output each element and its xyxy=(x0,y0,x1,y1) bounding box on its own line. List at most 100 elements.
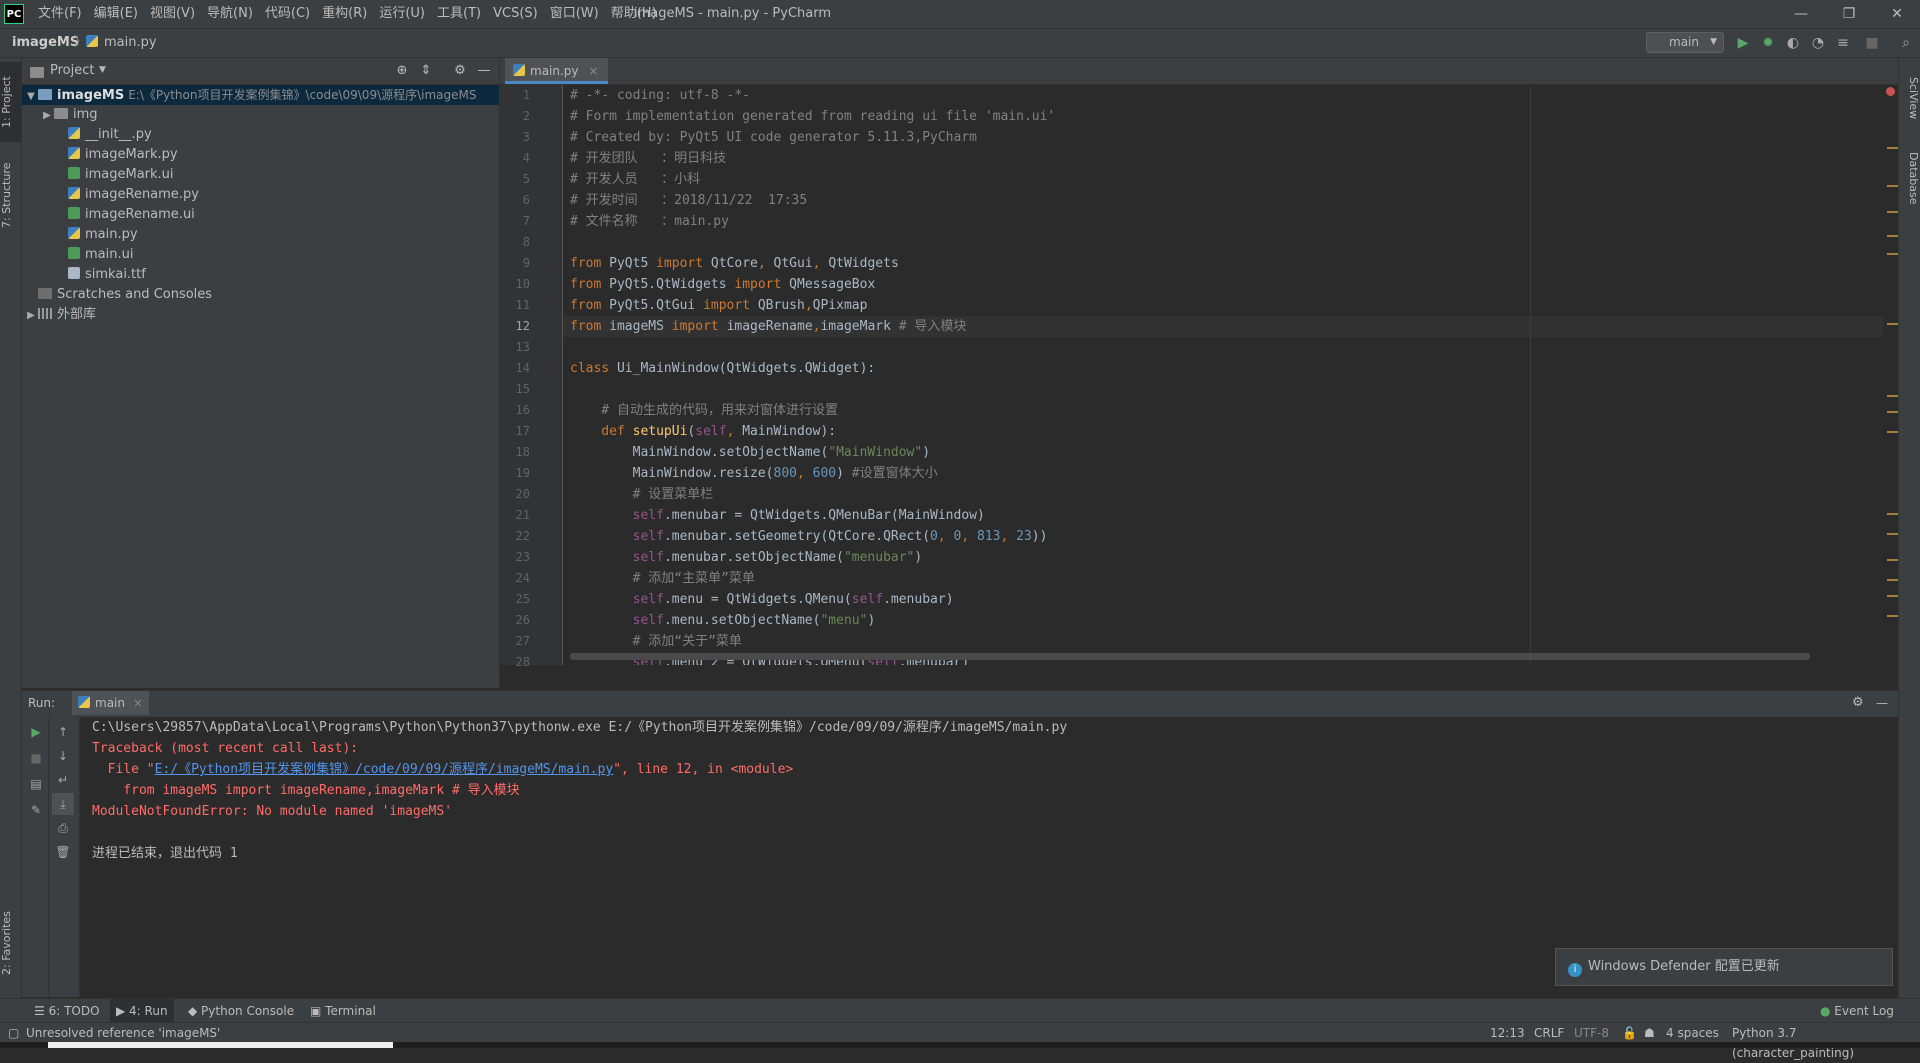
code-line[interactable]: def setupUi(self, MainWindow): xyxy=(570,421,836,442)
tab-sciview[interactable]: SciView xyxy=(1899,68,1920,128)
tab-structure[interactable]: 7: Structure xyxy=(0,150,21,240)
tab-run[interactable]: ▶ 4: Run xyxy=(110,999,174,1023)
locate-icon[interactable]: ⊕ xyxy=(392,61,412,81)
search-icon[interactable]: ⌕ xyxy=(1896,33,1916,53)
menu-code[interactable]: 代码(C) xyxy=(259,0,316,28)
tab-terminal[interactable]: ▣ Terminal xyxy=(310,999,376,1023)
close-button[interactable]: ✕ xyxy=(1874,0,1920,28)
taskbar-search-box[interactable] xyxy=(48,1042,393,1048)
code-line[interactable]: self.menubar.setGeometry(QtCore.QRect(0,… xyxy=(570,526,1048,547)
menu-refactor[interactable]: 重构(R) xyxy=(316,0,373,28)
trash-icon[interactable]: 🗑 xyxy=(52,841,74,863)
code-line[interactable]: from imageMS import imageRename,imageMar… xyxy=(563,316,1883,337)
restore-button[interactable]: ❐ xyxy=(1826,0,1872,28)
console-file-link[interactable]: E:/《Python项目开发案例集锦》/code/09/09/源程序/image… xyxy=(155,762,614,777)
tab-python-console[interactable]: ◆ Python Console xyxy=(188,999,294,1023)
list-item[interactable]: main.ui xyxy=(22,245,133,265)
list-item[interactable]: imageMark.ui xyxy=(22,165,174,185)
project-view-select[interactable]: Project xyxy=(50,58,94,84)
list-item[interactable]: simkai.ttf xyxy=(22,265,146,285)
code-line[interactable]: self.menu.setObjectName("menu") xyxy=(570,610,876,631)
code-line[interactable]: # 添加“主菜单”菜单 xyxy=(570,568,755,589)
menu-window[interactable]: 窗口(W) xyxy=(544,0,605,28)
code-line[interactable]: # Form implementation generated from rea… xyxy=(570,106,1055,127)
tree-scratches[interactable]: Scratches and Consoles xyxy=(22,285,212,305)
hide-icon[interactable]: — xyxy=(474,61,494,81)
code-line[interactable]: MainWindow.resize(800, 600) #设置窗体大小 xyxy=(570,463,938,484)
concurrency-icon[interactable]: ≡ xyxy=(1833,33,1853,53)
menu-vcs[interactable]: VCS(S) xyxy=(487,0,544,28)
print-icon[interactable]: ⎙ xyxy=(52,817,74,839)
line-separator[interactable]: CRLF xyxy=(1534,1023,1564,1043)
status-toggle-icon[interactable]: ▢ xyxy=(8,1023,19,1043)
code-line[interactable]: MainWindow.setObjectName("MainWindow") xyxy=(570,442,930,463)
arrow-down-icon[interactable]: ↓ xyxy=(52,745,74,767)
list-item[interactable]: main.py xyxy=(22,225,138,245)
profile-icon[interactable]: ◔ xyxy=(1808,33,1828,53)
list-item[interactable]: __init__.py xyxy=(22,125,152,145)
code-line[interactable]: self.menubar = QtWidgets.QMenuBar(MainWi… xyxy=(570,505,985,526)
layout-icon[interactable]: ▤ xyxy=(25,773,47,795)
file-encoding[interactable]: UTF-8 xyxy=(1574,1023,1609,1043)
stop-icon[interactable]: ■ xyxy=(1862,33,1882,53)
list-item[interactable]: imageRename.ui xyxy=(22,205,195,225)
menu-run[interactable]: 运行(U) xyxy=(373,0,431,28)
pin-icon[interactable]: ✎ xyxy=(25,799,47,821)
coverage-icon[interactable]: ◐ xyxy=(1783,33,1803,53)
collapse-all-icon[interactable]: ⇕ xyxy=(416,61,436,81)
inspection-icon[interactable]: ☗ xyxy=(1644,1023,1655,1043)
code-line[interactable]: # Created by: PyQt5 UI code generator 5.… xyxy=(570,127,977,148)
tab-event-log[interactable]: ● Event Log xyxy=(1820,999,1894,1023)
horizontal-scrollbar[interactable] xyxy=(570,653,1810,660)
minimize-button[interactable]: — xyxy=(1778,0,1824,28)
tab-favorites[interactable]: 2: Favorites xyxy=(0,898,21,988)
run-tab-main[interactable]: main × xyxy=(72,691,149,715)
menu-tools[interactable]: 工具(T) xyxy=(431,0,487,28)
tree-external-libraries[interactable]: ▶ 外部库 xyxy=(22,305,96,325)
list-item[interactable]: ▶ img xyxy=(22,105,97,125)
run-config-select[interactable]: main ▼ xyxy=(1646,32,1724,53)
tree-root[interactable]: ▼ imageMS E:\《Python项目开发案例集锦》\code\09\09\源… xyxy=(22,85,499,105)
code-line[interactable]: from PyQt5.QtWidgets import QMessageBox xyxy=(570,274,875,295)
code-line[interactable]: # 自动生成的代码，用来对窗体进行设置 xyxy=(570,400,838,421)
arrow-up-icon[interactable]: ↑ xyxy=(52,721,74,743)
list-item[interactable]: imageRename.py xyxy=(22,185,199,205)
scroll-to-end-icon[interactable]: ⤓ xyxy=(52,793,74,815)
indent-setting[interactable]: 4 spaces xyxy=(1666,1023,1719,1043)
rerun-icon[interactable]: ▶ xyxy=(25,721,47,743)
editor-error-stripe[interactable] xyxy=(1883,85,1898,665)
lock-icon[interactable]: 🔓 xyxy=(1622,1023,1637,1043)
code-line[interactable]: # 设置菜单栏 xyxy=(570,484,714,505)
code-line[interactable]: class Ui_MainWindow(QtWidgets.QWidget): xyxy=(570,358,875,379)
tab-project[interactable]: 1: Project xyxy=(0,62,21,142)
list-item[interactable]: imageMark.py xyxy=(22,145,178,165)
code-line[interactable]: from PyQt5.QtGui import QBrush,QPixmap xyxy=(570,295,867,316)
menu-edit[interactable]: 编辑(E) xyxy=(88,0,144,28)
code-line[interactable]: # 开发团队 ：明日科技 xyxy=(570,148,726,169)
tab-database[interactable]: Database xyxy=(1899,138,1920,218)
close-tab-icon[interactable]: × xyxy=(133,696,143,710)
tab-main-py[interactable]: main.py × xyxy=(505,58,609,84)
menu-view[interactable]: 视图(V) xyxy=(144,0,201,28)
gear-icon[interactable]: ⚙ xyxy=(450,61,470,81)
breadcrumb-file[interactable]: main.py xyxy=(104,29,157,57)
soft-wrap-icon[interactable]: ↵ xyxy=(52,769,74,791)
debug-icon[interactable]: ✹ xyxy=(1758,33,1778,53)
close-tab-icon[interactable]: × xyxy=(588,64,598,78)
code-line[interactable]: # 添加“关于”菜单 xyxy=(570,631,742,652)
notification-balloon[interactable]: i Windows Defender 配置已更新 xyxy=(1555,948,1893,986)
code-line[interactable]: # 开发时间 ：2018/11/22 17:35 xyxy=(570,190,807,211)
code-line[interactable]: # -*- coding: utf-8 -*- xyxy=(570,85,750,106)
code-line[interactable]: self.menu = QtWidgets.QMenu(self.menubar… xyxy=(570,589,954,610)
caret-position[interactable]: 12:13 xyxy=(1490,1023,1525,1043)
menu-file[interactable]: 文件(F) xyxy=(32,0,88,28)
hide-icon[interactable]: — xyxy=(1876,691,1888,715)
code-line[interactable]: # 文件名称 ：main.py xyxy=(570,211,729,232)
breadcrumb-project[interactable]: imageMS xyxy=(12,29,79,57)
code-line[interactable]: from PyQt5 import QtCore, QtGui, QtWidge… xyxy=(570,253,899,274)
stop-icon[interactable]: ■ xyxy=(25,747,47,769)
code-line[interactable]: self.menubar.setObjectName("menubar") xyxy=(570,547,923,568)
tab-todo[interactable]: ☰ 6: TODO xyxy=(34,999,100,1023)
run-icon[interactable]: ▶ xyxy=(1733,33,1753,53)
code-line[interactable]: # 开发人员 ：小科 xyxy=(570,169,700,190)
